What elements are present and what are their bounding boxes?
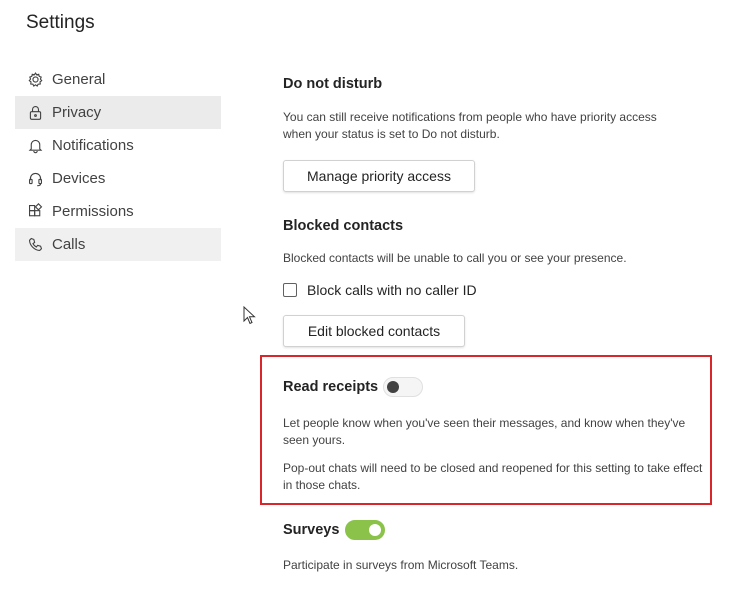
block-no-caller-id-label: Block calls with no caller ID — [307, 282, 477, 298]
bell-icon — [26, 137, 44, 155]
toggle-knob — [369, 524, 381, 536]
sidebar-item-label: Calls — [52, 236, 86, 253]
phone-icon — [26, 236, 44, 254]
sidebar-item-permissions[interactable]: Permissions — [15, 195, 221, 228]
page-title: Settings — [26, 12, 95, 33]
sidebar-item-label: Devices — [52, 170, 106, 187]
sidebar-item-devices[interactable]: Devices — [15, 162, 221, 195]
sidebar-item-label: General — [52, 71, 106, 88]
highlight-box — [260, 355, 712, 505]
sidebar-item-label: Permissions — [52, 203, 134, 220]
settings-sidebar: General Privacy Notifications Devices Pe… — [15, 63, 221, 261]
sidebar-item-label: Privacy — [52, 104, 102, 121]
manage-priority-access-button[interactable]: Manage priority access — [283, 160, 475, 192]
blocked-contacts-heading: Blocked contacts — [283, 218, 404, 234]
apps-icon — [26, 203, 44, 221]
mouse-cursor-icon — [243, 306, 256, 325]
sidebar-item-label: Notifications — [52, 137, 134, 154]
headset-icon — [26, 170, 44, 188]
sidebar-item-notifications[interactable]: Notifications — [15, 129, 221, 162]
lock-icon — [26, 104, 44, 122]
block-no-caller-id-row[interactable]: Block calls with no caller ID — [283, 282, 477, 298]
surveys-toggle[interactable] — [345, 520, 385, 540]
sidebar-item-privacy[interactable]: Privacy — [15, 96, 221, 129]
dnd-description: You can still receive notifications from… — [283, 110, 657, 141]
dnd-heading: Do not disturb — [283, 76, 383, 92]
sidebar-item-calls[interactable]: Calls — [15, 228, 221, 261]
sidebar-item-general[interactable]: General — [15, 63, 221, 96]
block-no-caller-id-checkbox[interactable] — [283, 283, 297, 297]
surveys-description: Participate in surveys from Microsoft Te… — [283, 558, 519, 572]
gear-icon — [26, 71, 44, 89]
edit-blocked-contacts-button[interactable]: Edit blocked contacts — [283, 315, 465, 347]
surveys-heading: Surveys — [283, 522, 340, 538]
blocked-contacts-description: Blocked contacts will be unable to call … — [283, 251, 627, 265]
